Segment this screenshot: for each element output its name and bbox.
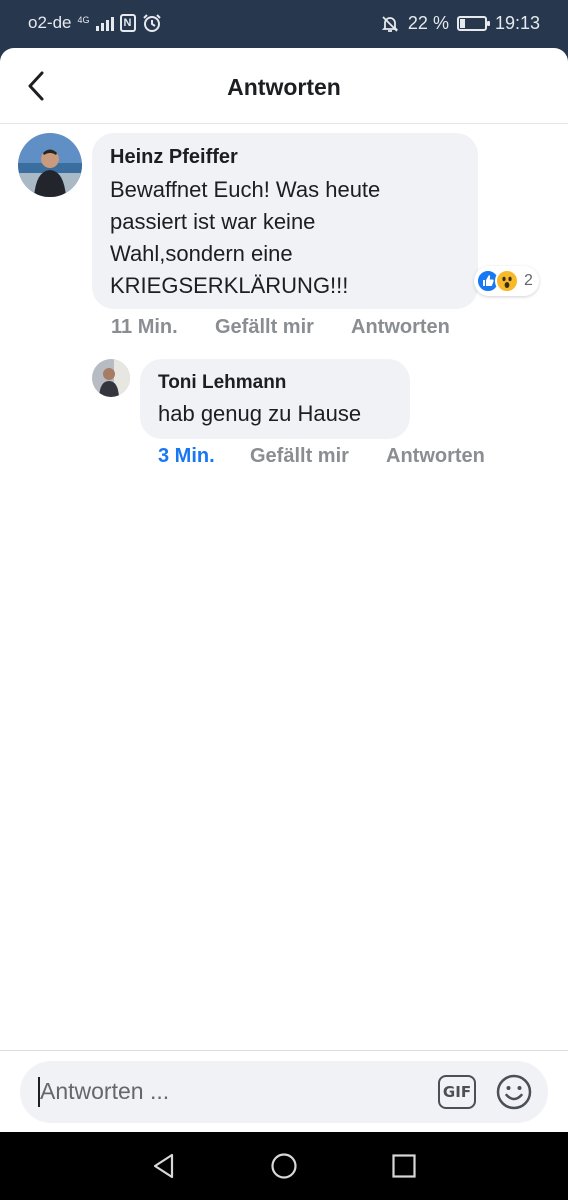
battery-percent: 22 % — [407, 13, 449, 33]
alarm-icon — [142, 14, 161, 32]
like-button[interactable]: Gefällt mir — [215, 316, 314, 339]
comment-bubble-heinz-pfeiffer[interactable]: Heinz Pfeiffer Bewaffnet Euch! Was heute… — [92, 133, 478, 309]
reply-button[interactable]: Antworten — [351, 316, 450, 339]
status-bar: o2-de 4G N 22 % 19:13 — [0, 0, 568, 48]
reply-button[interactable]: Antworten — [386, 445, 485, 468]
clock: 19:13 — [494, 13, 540, 33]
wow-icon — [495, 269, 519, 293]
comment-time: 11 Min. — [111, 316, 178, 338]
reply-input-placeholder: Antworten ... — [40, 1078, 170, 1104]
comment-text: Bewaffnet Euch! Was heute passiert ist w… — [110, 174, 380, 302]
gif-button[interactable]: GIF — [438, 1075, 476, 1109]
signal-icon — [95, 15, 114, 31]
nav-recents-icon[interactable] — [390, 1152, 418, 1180]
carrier-label: o2-de — [28, 13, 72, 32]
network-type: 4G — [77, 14, 90, 25]
replies-sheet: Antworten Heinz Pfeiffer Bewaffnet Euch!… — [0, 48, 568, 1132]
status-left: o2-de 4G N — [28, 13, 162, 33]
nav-home-icon[interactable] — [270, 1152, 298, 1180]
mute-bell-icon — [381, 15, 399, 32]
network-indicator: 4G — [77, 14, 90, 25]
comment-bubble-toni-lehmann[interactable]: Toni Lehmann hab genug zu Hause — [140, 359, 410, 439]
page-title: Antworten — [227, 74, 341, 100]
composer-area: Antworten ... GIF — [0, 1050, 568, 1132]
comment-text-line: Bewaffnet Euch! Was heute — [110, 177, 381, 202]
comment-text-line: Wahl,sondern eine — [110, 241, 293, 266]
reactions-summary[interactable]: 2 — [474, 266, 539, 296]
status-right: 22 % 19:13 — [380, 13, 540, 34]
system-nav-bar — [0, 1132, 568, 1200]
comment-text-line: KRIEGSERKLÄRUNG!!! — [110, 273, 349, 298]
comment-text-line: passiert ist war keine — [110, 209, 316, 234]
avatar-heinz-pfeiffer[interactable] — [18, 133, 82, 197]
avatar-toni-lehmann[interactable] — [92, 359, 130, 397]
comment-author[interactable]: Heinz Pfeiffer — [110, 146, 238, 169]
reply-input[interactable]: Antworten ... GIF — [20, 1061, 548, 1123]
like-button[interactable]: Gefällt mir — [250, 445, 349, 468]
battery-icon — [456, 16, 490, 31]
nfc-icon: N — [119, 14, 136, 32]
comment-author[interactable]: Toni Lehmann — [158, 372, 286, 394]
comment-time: 3 Min. — [158, 445, 215, 467]
header: Antworten — [0, 48, 568, 124]
reaction-count: 2 — [524, 272, 533, 289]
emoji-icon[interactable] — [496, 1074, 532, 1110]
comment-text: hab genug zu Hause — [158, 401, 362, 426]
nav-back-icon[interactable] — [150, 1152, 178, 1180]
